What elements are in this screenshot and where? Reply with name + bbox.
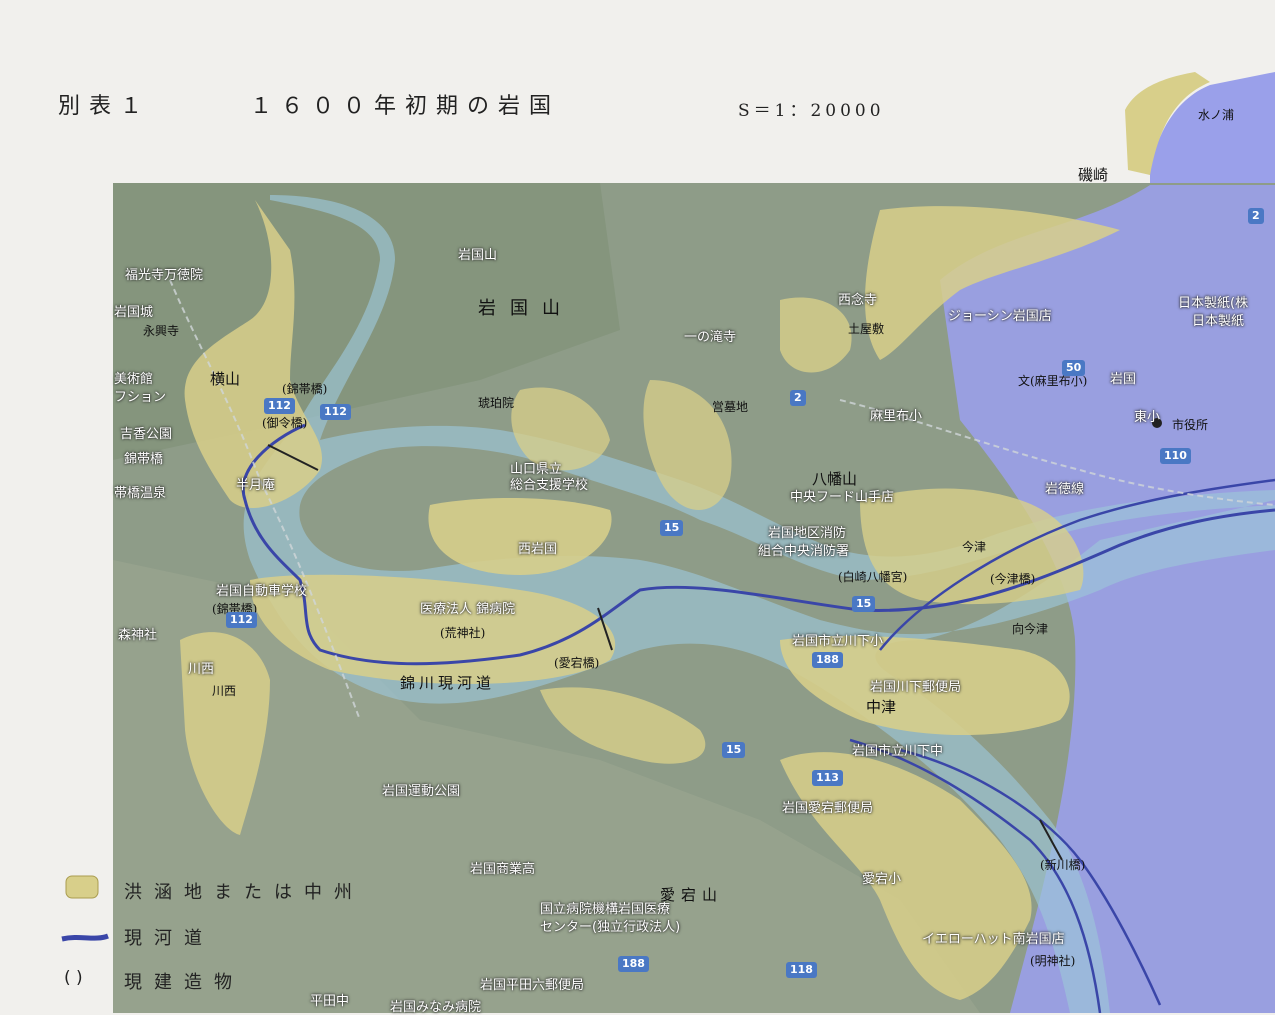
place-morishrine[interactable]: 森神社: [118, 624, 157, 643]
place-fire-dept[interactable]: 岩国地区消防: [768, 522, 846, 541]
route-shield: 2: [790, 390, 806, 406]
note-yokoyama: 横山: [210, 370, 241, 388]
route-shield: 110: [1160, 448, 1191, 464]
legend-label-floodplain: 洪涵地または中州: [124, 882, 364, 903]
note-iwakuni-yama: 岩国山: [478, 298, 574, 319]
route-shield: 15: [722, 742, 746, 758]
note-imazubashi: (今津橋): [990, 572, 1036, 586]
isozaki-note: 磯崎: [1078, 166, 1109, 184]
place-iwatoku-line[interactable]: 岩徳線: [1045, 478, 1084, 497]
note-atago-yama: 愛宕山: [660, 886, 724, 904]
place-kintaikyo-spa[interactable]: 帯橋温泉: [114, 482, 166, 501]
suinoura-note: 水ノ浦: [1198, 108, 1235, 122]
route-shield: 2: [1248, 208, 1264, 224]
place-fire-dept-2[interactable]: 組合中央消防署: [758, 540, 849, 559]
note-kintai-bashi: (錦帯橋): [282, 382, 328, 396]
route-shield: 112: [226, 612, 257, 628]
note-shiyakusho: 市役所: [1172, 418, 1209, 432]
note-eikoji: 永興寺: [143, 324, 180, 338]
note-hachimanyama: 八幡山: [812, 470, 858, 488]
place-kawashimo-post[interactable]: 岩国川下郵便局: [870, 676, 961, 695]
place-support-school[interactable]: 総合支援学校: [510, 474, 588, 493]
route-shield: 50: [1062, 360, 1086, 376]
note-atago-bashi: (愛宕橋): [554, 656, 600, 670]
place-iwakuni-jidosha[interactable]: 岩国自動車学校: [216, 580, 307, 599]
legend-label-building: 現建造物: [124, 972, 244, 993]
place-museum-2[interactable]: フション: [114, 386, 166, 405]
place-marifu-sho[interactable]: 麻里布小: [870, 405, 922, 424]
route-shield: 112: [264, 398, 295, 414]
note-gokoku: (御令橋): [262, 416, 308, 430]
note-mukai-imazu: 向今津: [1012, 622, 1049, 636]
place-hospital[interactable]: 国立病院機構岩国医療: [540, 898, 670, 917]
legend-paren-symbol: ( ): [64, 968, 83, 988]
place-nippon-paper[interactable]: 日本製紙(株: [1178, 292, 1248, 311]
legend-row-building: ( ) 現建造物: [58, 966, 378, 996]
place-joshin[interactable]: ジョーシン岩国店: [948, 305, 1052, 324]
note-kawanishi: 川西: [212, 684, 237, 698]
route-shield: 118: [786, 962, 817, 978]
place-saiji[interactable]: 西念寺: [838, 289, 877, 308]
place-shogyo[interactable]: 岩国商業高: [470, 858, 535, 877]
place-undo-koen[interactable]: 岩国運動公園: [382, 780, 460, 799]
legend-label-river: 現河道: [124, 928, 214, 949]
place-ichinotaki[interactable]: 一の滝寺: [684, 326, 736, 345]
route-shield: 113: [812, 770, 843, 786]
place-nishiiwakuni[interactable]: 西岩国: [518, 538, 557, 557]
place-kawashimo[interactable]: 岩国市立川下小: [792, 630, 883, 649]
place-nippon-paper-2[interactable]: 日本製紙: [1192, 310, 1244, 329]
place-higashi-sho[interactable]: 東小: [1134, 406, 1160, 425]
route-shield: 112: [320, 404, 351, 420]
place-iwakuni-castle[interactable]: 岩国城: [114, 301, 153, 320]
place-atago-post[interactable]: 岩国愛宕郵便局: [782, 797, 873, 816]
note-genkado: 錦川現河道: [400, 674, 496, 692]
note-doyashiki: 土屋敷: [848, 322, 885, 336]
place-hirata-post[interactable]: 岩国平田六郵便局: [480, 974, 584, 993]
note-eikiji: 営墓地: [712, 400, 749, 414]
legend-row-river: 現河道: [58, 922, 378, 952]
note-shirasaki: (白崎八幡宮): [838, 570, 908, 584]
note-imazu: 今津: [962, 540, 987, 554]
route-shield: 15: [852, 596, 876, 612]
place-fukkoji[interactable]: 福光寺万徳院: [125, 264, 203, 283]
note-myojin: (明神社): [1030, 954, 1076, 968]
place-kawashimo-chu[interactable]: 岩国市立川下中: [852, 740, 943, 759]
place-medical[interactable]: 医療法人 錦病院: [420, 598, 515, 617]
route-shield: 188: [618, 956, 649, 972]
place-kintai-bridge[interactable]: 錦帯橋: [124, 448, 163, 467]
place-iwakuni-yama[interactable]: 岩国山: [458, 244, 497, 263]
note-kojinsha: (荒神社): [440, 626, 486, 640]
place-minami-hosp[interactable]: 岩国みなみ病院: [390, 996, 481, 1015]
note-nakatsu: 中津: [866, 698, 897, 716]
place-kikko-park[interactable]: 吉香公園: [120, 423, 172, 442]
place-iwakuni[interactable]: 岩国: [1110, 368, 1136, 387]
legend-row-floodplain: 洪涵地または中州: [58, 876, 378, 906]
place-atago-sho[interactable]: 愛宕小: [862, 868, 901, 887]
route-shield: 15: [660, 520, 684, 536]
route-shield: 188: [812, 652, 843, 668]
place-museum[interactable]: 美術館: [114, 368, 153, 387]
place-yellow-hat[interactable]: イエローハット南岩国店: [922, 928, 1065, 947]
place-hospital-2[interactable]: センター(独立行政法人): [540, 916, 680, 935]
place-kawanishi[interactable]: 川西: [188, 658, 214, 677]
map-legend: 洪涵地または中州 現河道 ( ) 現建造物: [58, 870, 378, 1000]
note-shinkawa: (新川橋): [1040, 858, 1086, 872]
place-hangetsu[interactable]: 半月庵: [236, 474, 275, 493]
note-ruriko: 琥珀院: [478, 396, 515, 410]
